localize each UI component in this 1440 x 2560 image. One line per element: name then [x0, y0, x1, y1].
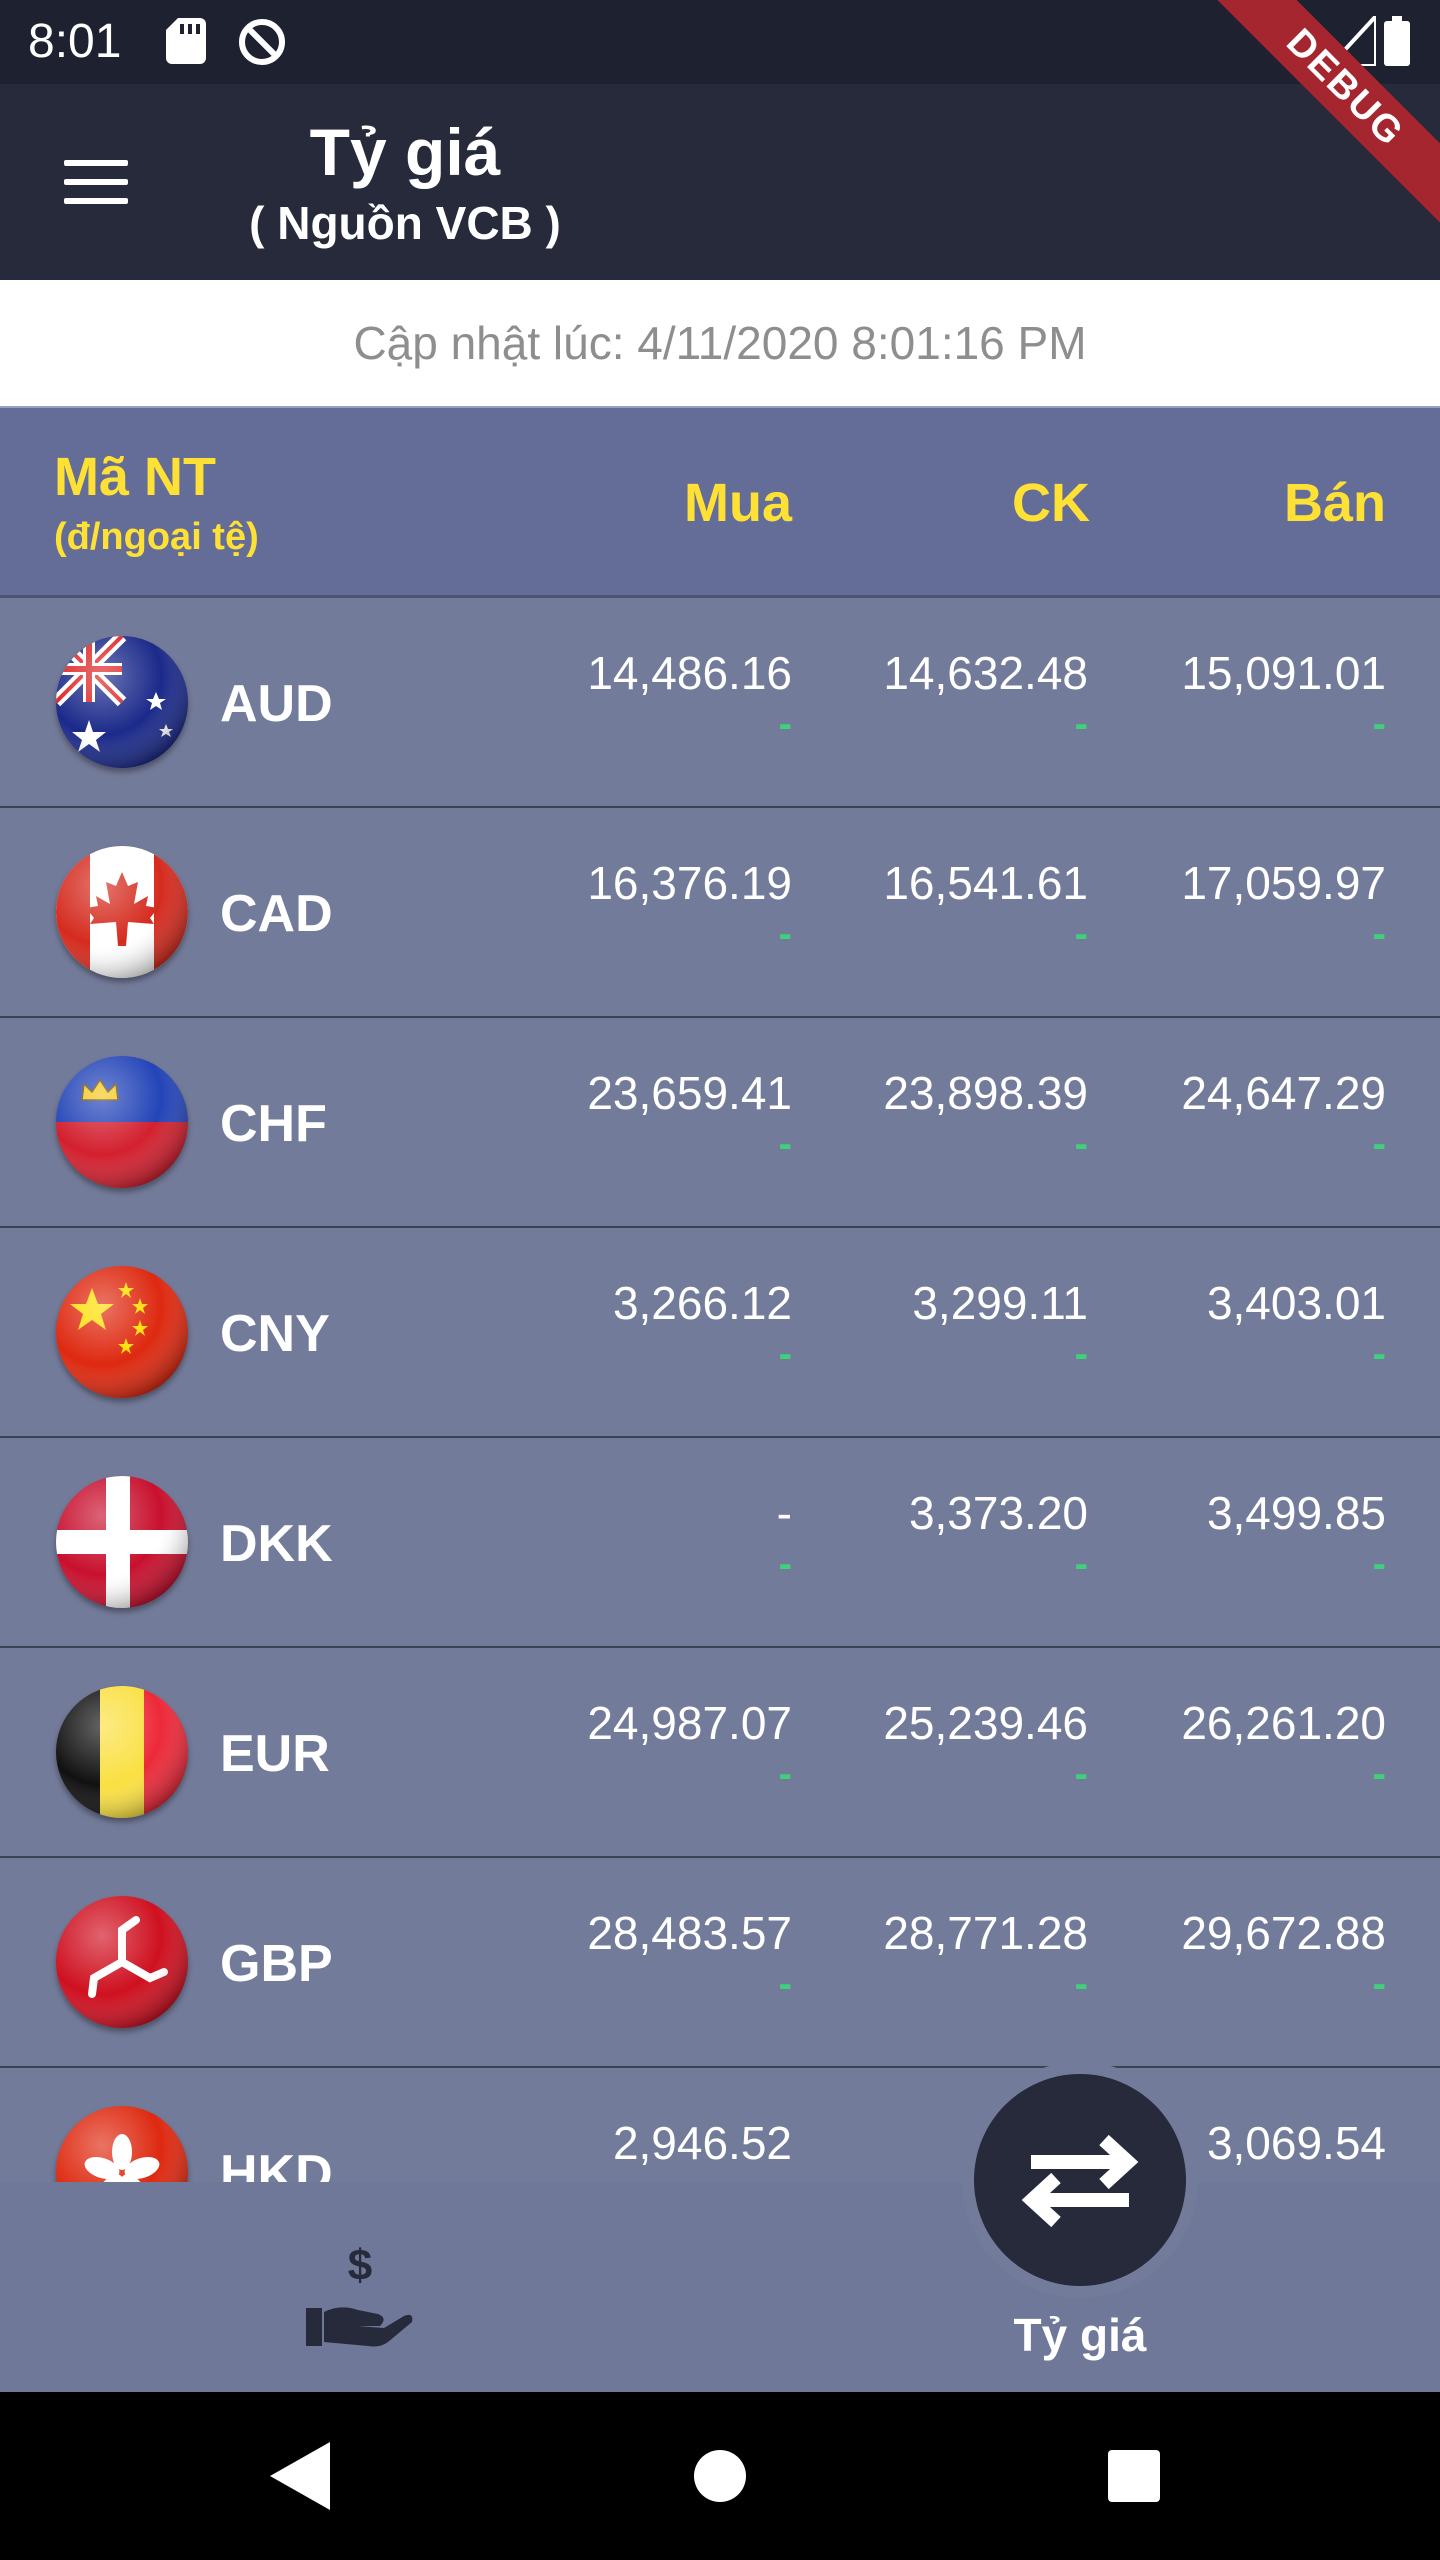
currency-code: CAD	[220, 885, 333, 943]
system-navigation-bar	[0, 2392, 1440, 2560]
china-flag-icon	[56, 1266, 188, 1398]
rate-list[interactable]: AUD 14,486.16 14,632.48 15,091.01 - - - …	[0, 598, 1440, 2182]
sell-rate: 29,672.88	[1181, 1907, 1386, 1959]
table-row[interactable]: EUR 24,987.07 25,239.46 26,261.20 - - -	[0, 1648, 1440, 1858]
sell-rate: 3,403.01	[1206, 1277, 1386, 1329]
buy-rate: 14,486.16	[587, 647, 792, 699]
buy-change: -	[778, 1962, 792, 2006]
menu-icon-bar	[64, 160, 128, 166]
table-row[interactable]: CAD 16,376.19 16,541.61 17,059.97 - - -	[0, 808, 1440, 1018]
transfer-change: -	[1074, 1332, 1088, 1376]
transfer-change: -	[1074, 912, 1088, 956]
sell-change: -	[1372, 702, 1386, 746]
currency-code: CHF	[220, 1095, 327, 1153]
isle-of-man-flag-icon	[56, 1896, 188, 2028]
sell-change: -	[1372, 912, 1386, 956]
transfer-change: -	[1074, 1962, 1088, 2006]
header-currency-code: Mã NT	[54, 447, 216, 507]
currency-code: GBP	[220, 1935, 333, 1993]
table-row[interactable]: AUD 14,486.16 14,632.48 15,091.01 - - -	[0, 598, 1440, 808]
sell-rate: 24,647.29	[1181, 1067, 1386, 1119]
table-row[interactable]: GBP 28,483.57 28,771.28 29,672.88 - - -	[0, 1858, 1440, 2068]
buy-rate: 16,376.19	[587, 857, 792, 909]
recent-apps-icon[interactable]	[1108, 2450, 1160, 2502]
transfer-rate: 23,898.39	[883, 1067, 1088, 1119]
menu-icon-bar	[64, 198, 128, 204]
table-row[interactable]: HKD 2,946.52 2,9 3,069.54	[0, 2068, 1440, 2182]
update-strip: Cập nhật lúc: 4/11/2020 8:01:16 PM	[0, 280, 1440, 406]
dollar-hand-icon[interactable]: $	[300, 2242, 420, 2352]
transfer-rate: 3,373.20	[908, 1487, 1088, 1539]
transfer-rate: 16,541.61	[883, 857, 1088, 909]
last-updated-text: Cập nhật lúc: 4/11/2020 8:01:16 PM	[353, 317, 1087, 369]
transfer-change: -	[1074, 1122, 1088, 1166]
menu-icon-bar	[64, 179, 128, 185]
page-subtitle: ( Nguồn VCB )	[249, 197, 561, 249]
currency-code: DKK	[220, 1515, 333, 1573]
bottom-navigation: $ Tỷ giá	[0, 2062, 1440, 2392]
transfer-rate: 14,632.48	[883, 647, 1088, 699]
sd-card-icon	[166, 18, 206, 64]
header-unit: (đ/ngoại tệ)	[54, 516, 259, 558]
battery-icon	[1384, 16, 1410, 66]
sell-rate: 17,059.97	[1181, 857, 1386, 909]
table-header: Mã NT (đ/ngoại tệ) Mua CK Bán	[0, 406, 1440, 598]
buy-change: -	[778, 702, 792, 746]
rates-tab-button[interactable]	[962, 2062, 1198, 2298]
table-row[interactable]: DKK - 3,373.20 3,499.85 - - -	[0, 1438, 1440, 1648]
buy-rate: 2,946.52	[612, 2117, 792, 2169]
sell-rate: 26,261.20	[1181, 1697, 1386, 1749]
buy-rate: 28,483.57	[587, 1907, 792, 1959]
buy-rate: 24,987.07	[587, 1697, 792, 1749]
currency-code: EUR	[220, 1725, 330, 1783]
liechtenstein-flag-icon	[56, 1056, 188, 1188]
app-bar: Tỷ giá ( Nguồn VCB )	[0, 84, 1440, 280]
transfer-rate: 28,771.28	[883, 1907, 1088, 1959]
transfer-change: -	[1074, 1542, 1088, 1586]
transfer-change: -	[1074, 1752, 1088, 1796]
buy-change: -	[778, 1542, 792, 1586]
buy-rate: 23,659.41	[587, 1067, 792, 1119]
sell-rate: 15,091.01	[1181, 647, 1386, 699]
svg-text:$: $	[348, 2242, 372, 2290]
table-row[interactable]: CNY 3,266.12 3,299.11 3,403.01 - - -	[0, 1228, 1440, 1438]
page-title: Tỷ giá	[309, 115, 501, 189]
currency-code: HKD	[220, 2145, 333, 2182]
sync-disabled-icon	[239, 19, 285, 65]
status-bar: 8:01	[0, 0, 1440, 84]
buy-rate: -	[776, 1487, 792, 1539]
menu-button[interactable]	[52, 150, 142, 214]
hong-kong-flag-icon	[56, 2106, 188, 2182]
buy-change: -	[778, 1332, 792, 1376]
back-icon[interactable]	[270, 2442, 330, 2510]
header-sell: Bán	[1283, 473, 1386, 533]
sell-change: -	[1372, 1542, 1386, 1586]
table-row[interactable]: CHF 23,659.41 23,898.39 24,647.29 - - -	[0, 1018, 1440, 1228]
sell-change: -	[1372, 1752, 1386, 1796]
buy-change: -	[778, 912, 792, 956]
currency-code: AUD	[220, 675, 333, 733]
sell-change: -	[1372, 1332, 1386, 1376]
buy-change: -	[778, 1122, 792, 1166]
status-time: 8:01	[28, 15, 122, 68]
rates-tab-label[interactable]: Tỷ giá	[960, 2308, 1200, 2362]
header-buy: Mua	[684, 473, 792, 533]
sell-change: -	[1372, 1962, 1386, 2006]
sell-change: -	[1372, 1122, 1386, 1166]
denmark-flag-icon	[56, 1476, 188, 1608]
currency-code: CNY	[220, 1305, 330, 1363]
sell-rate: 3,499.85	[1206, 1487, 1386, 1539]
buy-change: -	[778, 1752, 792, 1796]
rates-tab-circle	[974, 2074, 1186, 2286]
home-icon[interactable]	[694, 2450, 746, 2502]
transfer-rate: 3,299.11	[912, 1277, 1088, 1329]
swap-arrows-icon	[1021, 2134, 1139, 2228]
transfer-change: -	[1074, 702, 1088, 746]
australia-flag-icon	[56, 636, 188, 768]
header-transfer: CK	[1012, 473, 1090, 533]
buy-rate: 3,266.12	[612, 1277, 792, 1329]
canada-flag-icon	[56, 846, 188, 978]
transfer-rate: 25,239.46	[883, 1697, 1088, 1749]
belgium-flag-icon	[56, 1686, 188, 1818]
